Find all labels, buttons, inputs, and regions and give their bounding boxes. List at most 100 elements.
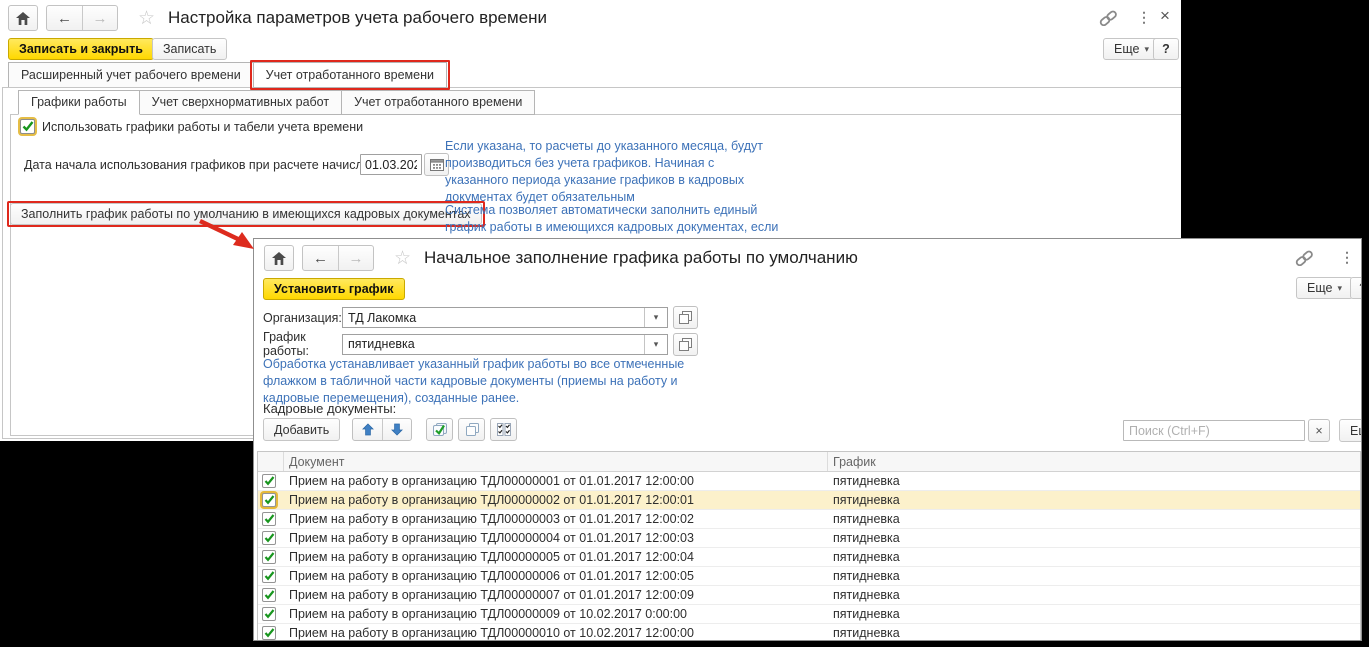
row-checkbox[interactable] xyxy=(262,569,276,583)
check-all-icon xyxy=(431,422,448,437)
row-checkbox[interactable] xyxy=(262,607,276,621)
forward-button[interactable]: → xyxy=(82,6,117,30)
popup-favorite-star-icon[interactable]: ☆ xyxy=(394,247,411,270)
checkmark-icon xyxy=(264,495,275,505)
row-document-cell: Прием на работу в организацию ТДЛ0000000… xyxy=(284,493,828,507)
add-button[interactable]: Добавить xyxy=(263,418,340,441)
schedule-value: пятидневка xyxy=(343,335,644,354)
organization-open-button[interactable] xyxy=(673,306,698,329)
popup-home-button[interactable] xyxy=(264,245,294,271)
row-schedule-cell: пятидневка xyxy=(828,550,1360,564)
popup-help-button[interactable]: ? xyxy=(1350,277,1362,299)
chevron-down-icon: ▾ xyxy=(1337,283,1342,294)
popup-history-nav: ← → xyxy=(302,245,374,271)
schedule-column-header[interactable]: График xyxy=(828,452,1360,471)
organization-value: ТД Лакомка xyxy=(343,308,644,327)
row-schedule-cell: пятидневка xyxy=(828,588,1360,602)
invert-checks-button[interactable] xyxy=(490,418,517,441)
outer-tab-strip: Расширенный учет рабочего времени Учет о… xyxy=(8,62,447,88)
table-row[interactable]: Прием на работу в организацию ТДЛ0000000… xyxy=(258,529,1360,548)
popup-get-link-icon[interactable] xyxy=(1294,250,1314,269)
home-icon xyxy=(16,12,30,25)
checkmark-icon xyxy=(264,514,275,524)
checkmark-icon xyxy=(264,628,275,638)
check-all-button[interactable] xyxy=(426,418,453,441)
window-menu-icon[interactable]: ⋮ xyxy=(1137,9,1151,26)
table-row[interactable]: Прием на работу в организацию ТДЛ0000000… xyxy=(258,567,1360,586)
tab-overtime[interactable]: Учет сверхнормативных работ xyxy=(139,90,342,115)
schedule-label: График работы: xyxy=(263,330,342,358)
search-input[interactable] xyxy=(1123,420,1305,441)
table-row[interactable]: Прием на работу в организацию ТДЛ0000000… xyxy=(258,510,1360,529)
row-schedule-cell: пятидневка xyxy=(828,493,1360,507)
row-checkbox[interactable] xyxy=(262,626,276,640)
checkmark-icon xyxy=(264,552,275,562)
table-row[interactable]: Прием на работу в организацию ТДЛ0000000… xyxy=(258,586,1360,605)
back-icon: ← xyxy=(313,250,328,267)
start-date-label: Дата начала использования графиков при р… xyxy=(24,158,394,172)
save-and-close-button[interactable]: Записать и закрыть xyxy=(8,38,154,60)
row-checkbox[interactable] xyxy=(262,512,276,526)
clear-search-button[interactable]: × xyxy=(1308,419,1330,442)
favorite-star-icon[interactable]: ☆ xyxy=(138,7,155,30)
organization-combo[interactable]: ТД Лакомка ▾ xyxy=(342,307,668,328)
table-more-button[interactable]: Еще xyxy=(1339,419,1362,442)
popup-back-button[interactable]: ← xyxy=(303,246,338,270)
documents-table: Документ График Прием на работу в органи… xyxy=(257,451,1361,641)
checkmark-icon xyxy=(264,609,275,619)
move-down-button[interactable] xyxy=(382,419,411,440)
row-checkbox[interactable] xyxy=(262,474,276,488)
use-schedules-checkbox[interactable] xyxy=(20,119,35,134)
get-link-icon[interactable] xyxy=(1098,10,1118,29)
history-nav: ← → xyxy=(46,5,118,31)
row-checkbox[interactable] xyxy=(262,588,276,602)
save-button[interactable]: Записать xyxy=(152,38,227,60)
move-up-button[interactable] xyxy=(353,419,382,440)
table-row[interactable]: Прием на работу в организацию ТДЛ0000000… xyxy=(258,472,1360,491)
close-icon[interactable]: × xyxy=(1160,6,1170,26)
schedule-combo[interactable]: пятидневка ▾ xyxy=(342,334,668,355)
table-row[interactable]: Прием на работу в организацию ТДЛ0000000… xyxy=(258,491,1360,510)
move-buttons xyxy=(352,418,412,441)
open-form-icon xyxy=(679,311,692,324)
documents-section-label: Кадровые документы: xyxy=(263,401,396,416)
popup-forward-button[interactable]: → xyxy=(338,246,373,270)
schedule-open-button[interactable] xyxy=(673,333,698,356)
checkmark-icon xyxy=(264,571,275,581)
forward-icon: → xyxy=(349,250,364,267)
row-checkbox[interactable] xyxy=(262,531,276,545)
table-row[interactable]: Прием на работу в организацию ТДЛ0000000… xyxy=(258,605,1360,624)
more-button[interactable]: Еще ▾ xyxy=(1103,38,1160,60)
back-button[interactable]: ← xyxy=(47,6,82,30)
popup-window-menu-icon[interactable]: ⋮ xyxy=(1340,249,1354,266)
annotation-arrow xyxy=(196,218,260,252)
set-schedule-button[interactable]: Установить график xyxy=(263,278,405,300)
tab-worked-time-inner[interactable]: Учет отработанного времени xyxy=(341,90,535,115)
popup-more-button[interactable]: Еще ▾ xyxy=(1296,277,1353,299)
table-row[interactable]: Прием на работу в организацию ТДЛ0000001… xyxy=(258,624,1360,641)
home-button[interactable] xyxy=(8,5,38,31)
tab-extended-time-tracking[interactable]: Расширенный учет рабочего времени xyxy=(8,62,254,88)
forward-icon: → xyxy=(93,10,108,27)
chevron-down-icon[interactable]: ▾ xyxy=(644,308,667,327)
table-row[interactable]: Прием на работу в организацию ТДЛ0000000… xyxy=(258,548,1360,567)
row-document-cell: Прием на работу в организацию ТДЛ0000000… xyxy=(284,531,828,545)
chevron-down-icon[interactable]: ▾ xyxy=(644,335,667,354)
row-document-cell: Прием на работу в организацию ТДЛ0000001… xyxy=(284,626,828,640)
row-checkbox[interactable] xyxy=(262,493,276,507)
checkbox-column-header[interactable] xyxy=(258,452,284,471)
uncheck-all-button[interactable] xyxy=(458,418,485,441)
inner-tab-strip: Графики работы Учет сверхнормативных раб… xyxy=(18,90,535,115)
row-checkbox[interactable] xyxy=(262,550,276,564)
tab-worked-time[interactable]: Учет отработанного времени xyxy=(253,62,447,88)
checkmark-icon xyxy=(264,476,275,486)
arrow-down-icon xyxy=(391,423,403,436)
tab-work-schedules[interactable]: Графики работы xyxy=(18,90,140,115)
start-date-input[interactable] xyxy=(360,154,422,175)
document-column-header[interactable]: Документ xyxy=(284,452,828,471)
desktop-background: { "icons": { "back": "←", "forward": "→"… xyxy=(0,0,1369,647)
help-button[interactable]: ? xyxy=(1153,38,1179,60)
arrow-up-icon xyxy=(362,423,374,436)
popup-hint-text: Обработка устанавливает указанный график… xyxy=(263,356,705,407)
row-document-cell: Прием на работу в организацию ТДЛ0000000… xyxy=(284,512,828,526)
